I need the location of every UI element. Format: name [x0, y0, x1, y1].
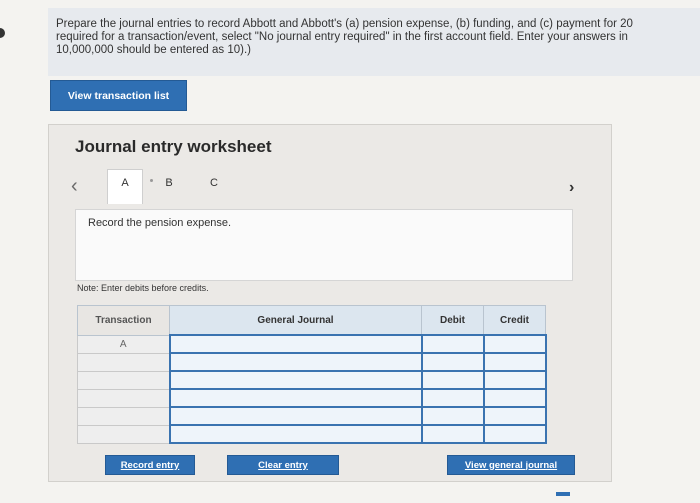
debit-input[interactable]	[420, 388, 485, 408]
instructions-line-2: required for a transaction/event, select…	[56, 31, 628, 43]
column-header-general-journal: General Journal	[169, 305, 422, 336]
view-general-journal-button[interactable]: View general journal	[447, 455, 575, 475]
transaction-cell	[77, 388, 170, 408]
transaction-cell	[77, 406, 170, 426]
tab-dot	[150, 179, 153, 182]
credit-input[interactable]	[482, 370, 547, 390]
credit-input[interactable]	[482, 352, 547, 372]
credit-input[interactable]	[482, 388, 547, 408]
chevron-right-icon[interactable]: ›	[569, 179, 574, 197]
table-row	[77, 352, 547, 372]
journal-table: Transaction General Journal Debit Credit…	[77, 305, 547, 444]
account-input[interactable]	[168, 352, 423, 372]
journal-entry-worksheet: Journal entry worksheet ‹ A B C › Record…	[48, 124, 612, 482]
record-entry-button[interactable]: Record entry	[105, 455, 195, 475]
debit-input[interactable]	[420, 424, 485, 444]
instructions-line-1: Prepare the journal entries to record Ab…	[56, 18, 633, 30]
footer-indicator	[556, 492, 570, 496]
table-row	[77, 370, 547, 390]
account-input[interactable]	[168, 406, 423, 426]
entry-description-box: Record the pension expense.	[75, 209, 573, 281]
transaction-cell	[77, 370, 170, 390]
view-transaction-list-button[interactable]: View transaction list	[50, 80, 187, 111]
entry-description: Record the pension expense.	[88, 217, 232, 229]
transaction-cell	[77, 352, 170, 372]
credit-input[interactable]	[482, 334, 547, 354]
credit-input[interactable]	[482, 424, 547, 444]
tab-b[interactable]: B	[159, 173, 179, 193]
account-input[interactable]	[168, 388, 423, 408]
table-row	[77, 424, 547, 444]
tab-a[interactable]: A	[107, 169, 143, 204]
debit-input[interactable]	[420, 352, 485, 372]
transaction-cell: A	[77, 334, 170, 354]
debit-input[interactable]	[420, 370, 485, 390]
transaction-cell	[77, 424, 170, 444]
credit-input[interactable]	[482, 406, 547, 426]
edge-marker	[0, 28, 5, 38]
clear-entry-button[interactable]: Clear entry	[227, 455, 339, 475]
chevron-left-icon[interactable]: ‹	[71, 175, 78, 198]
instructions-line-3: 10,000,000 should be entered as 10).)	[56, 44, 252, 56]
account-input[interactable]	[168, 334, 423, 354]
account-input[interactable]	[168, 370, 423, 390]
table-row: A	[77, 334, 547, 354]
column-header-credit: Credit	[483, 305, 546, 336]
instructions-panel: Prepare the journal entries to record Ab…	[48, 8, 700, 76]
debit-input[interactable]	[420, 334, 485, 354]
worksheet-title: Journal entry worksheet	[75, 137, 272, 156]
account-input[interactable]	[168, 424, 423, 444]
tab-c[interactable]: C	[204, 173, 224, 193]
column-header-transaction: Transaction	[77, 305, 170, 336]
table-row	[77, 388, 547, 408]
table-row	[77, 406, 547, 426]
column-header-debit: Debit	[421, 305, 484, 336]
entry-note: Note: Enter debits before credits.	[77, 283, 209, 293]
debit-input[interactable]	[420, 406, 485, 426]
